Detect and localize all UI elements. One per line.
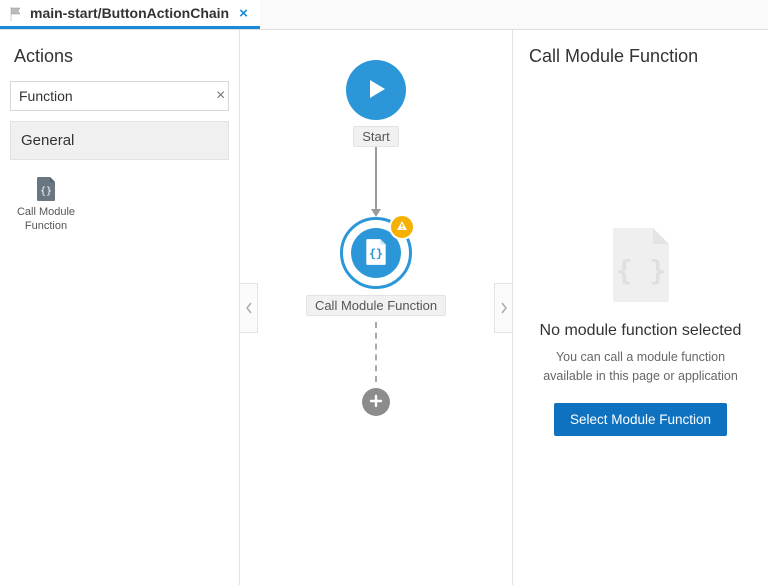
tab-label: main-start/ButtonActionChain [30, 5, 229, 21]
actions-title: Actions [0, 30, 239, 77]
warning-badge [391, 216, 413, 238]
workspace: Actions × General {} Call Module Functio… [0, 30, 768, 585]
canvas-inner: Start {} [240, 30, 512, 585]
flag-icon [10, 7, 22, 19]
empty-state-description: You can call a module function available… [531, 348, 750, 384]
warning-icon [396, 219, 408, 235]
select-module-function-button[interactable]: Select Module Function [554, 403, 727, 436]
properties-body: { } No module function selected You can … [513, 77, 768, 585]
canvas[interactable]: Start {} [240, 30, 513, 585]
close-icon[interactable]: × [237, 5, 250, 22]
actions-panel: Actions × General {} Call Module Functio… [0, 30, 240, 585]
palette: {} Call Module Function [10, 170, 229, 240]
clear-icon[interactable]: × [208, 87, 233, 105]
plus-icon [369, 394, 383, 411]
module-file-icon: {} [364, 238, 388, 269]
search-wrapper: × [10, 81, 229, 111]
properties-title: Call Module Function [513, 30, 768, 77]
call-module-node[interactable]: {} [340, 217, 412, 289]
play-icon [363, 76, 389, 105]
module-node-label: Call Module Function [306, 295, 446, 316]
svg-text:{}: {} [369, 246, 383, 260]
palette-item-label: Call Module Function [12, 206, 80, 234]
tab-active[interactable]: main-start/ButtonActionChain × [0, 0, 260, 29]
add-node-button[interactable] [362, 388, 390, 416]
svg-text:{}: {} [40, 186, 52, 197]
empty-state-title: No module function selected [540, 322, 742, 340]
connector-solid [375, 147, 377, 217]
group-general[interactable]: General [10, 121, 229, 160]
arrow-down-icon [371, 209, 381, 217]
module-function-icon: {} [35, 176, 57, 202]
start-label: Start [353, 126, 398, 147]
connector-dashed [375, 322, 377, 382]
palette-item-call-module-function[interactable]: {} Call Module Function [10, 170, 82, 240]
svg-text:{ }: { } [615, 254, 666, 287]
tab-bar: main-start/ButtonActionChain × [0, 0, 768, 30]
search-input[interactable] [11, 88, 208, 104]
properties-panel: Call Module Function { } No module funct… [513, 30, 768, 585]
file-placeholder-icon: { } [609, 226, 673, 304]
start-node[interactable] [346, 60, 406, 120]
